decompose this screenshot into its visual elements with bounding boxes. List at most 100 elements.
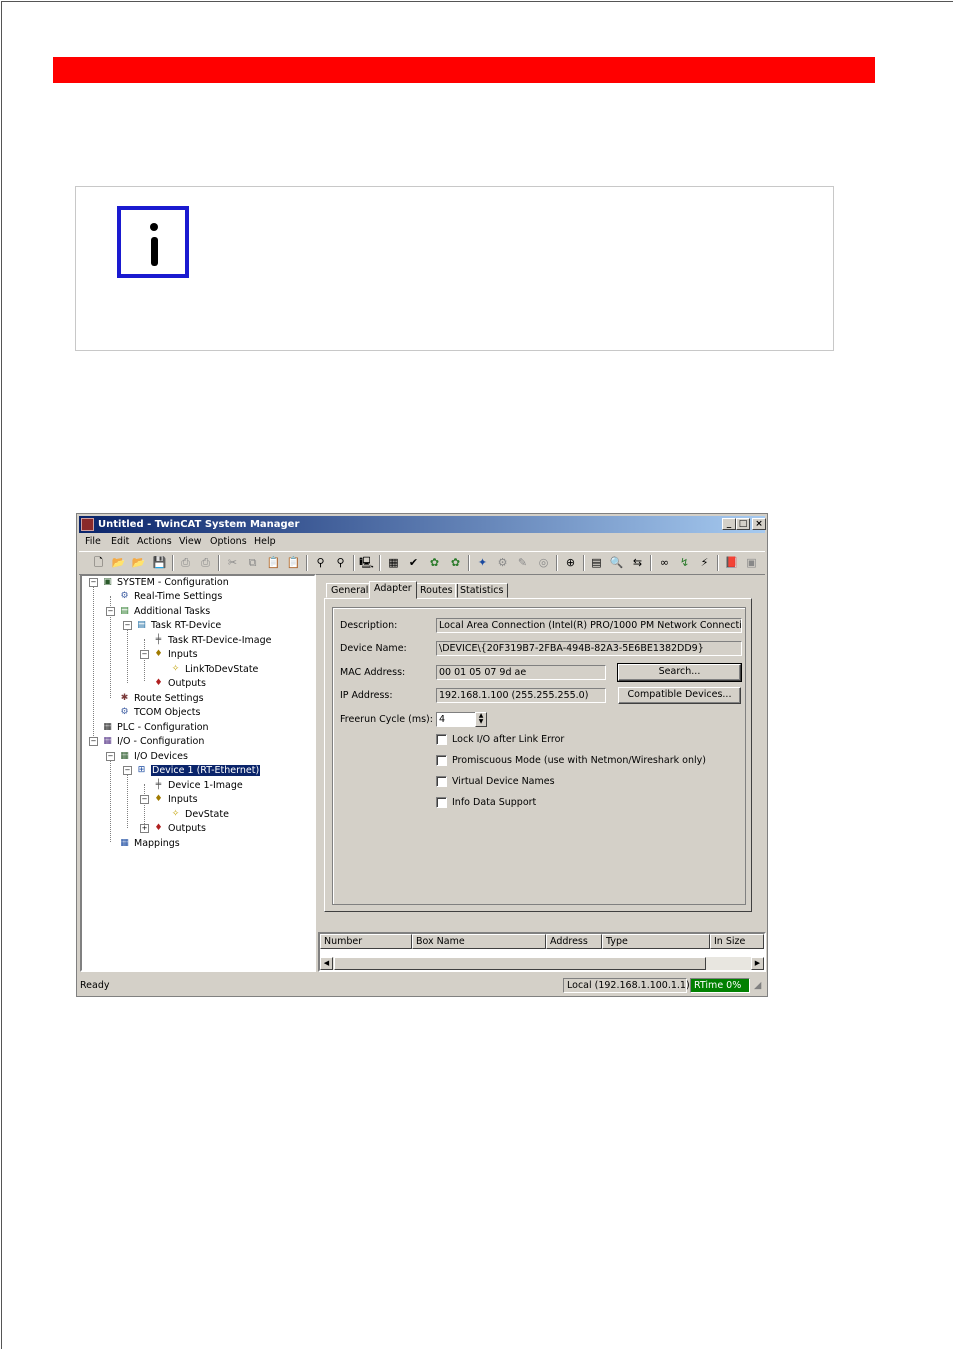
generate-mappings-icon[interactable]: ▦ [386, 555, 401, 570]
tree-item-linktodevstate[interactable]: ✧ LinkToDevState [169, 663, 259, 676]
copy-icon[interactable]: ⧉ [245, 555, 260, 570]
paste-with-links-icon[interactable]: 📋 [286, 555, 301, 570]
scroll-thumb[interactable] [334, 957, 706, 970]
scan-devices-icon[interactable]: ✦ [475, 555, 490, 570]
lock-io-label: Lock I/O after Link Error [452, 734, 565, 745]
tab-statistics[interactable]: Statistics [455, 583, 509, 598]
collapse-toggle[interactable]: − [106, 752, 115, 761]
free-run-icon[interactable]: ◎ [536, 555, 551, 570]
promiscuous-mode-checkbox[interactable] [436, 755, 447, 766]
tab-routes[interactable]: Routes [415, 583, 458, 598]
collapse-toggle[interactable]: − [123, 621, 132, 630]
collapse-toggle[interactable]: − [89, 737, 98, 746]
tree-item-task-image[interactable]: ╪ Task RT-Device-Image [152, 634, 272, 647]
menu-options[interactable]: Options [210, 536, 247, 547]
watch-icon[interactable]: ∞ [657, 555, 672, 570]
scroll-right-icon[interactable]: ▶ [751, 957, 764, 970]
help-book-icon[interactable]: 📕 [724, 555, 739, 570]
column-header-number[interactable]: Number [320, 934, 412, 949]
twincat-window: Untitled - TwinCAT System Manager _ □ × … [76, 513, 768, 997]
menu-actions[interactable]: Actions [137, 536, 172, 547]
column-header-type[interactable]: Type [602, 934, 710, 949]
tree-item-task-rt-device[interactable]: ▤ Task RT-Device [135, 619, 221, 632]
search-button[interactable]: Search... [617, 663, 742, 682]
expand-toggle[interactable]: + [140, 824, 149, 833]
lock-io-checkbox[interactable] [436, 734, 447, 745]
zoom-icon[interactable]: 🔍 [609, 555, 624, 570]
column-header-address[interactable]: Address [546, 934, 602, 949]
tree-item-device-1[interactable]: ⊞ Device 1 (RT-Ethernet) [135, 764, 261, 777]
online-icon[interactable]: ↯ [677, 555, 692, 570]
log-window-icon[interactable]: ▤ [589, 555, 604, 570]
target-system-status: Local (192.168.1.100.1.1) [563, 978, 690, 993]
restart-icon[interactable]: ✿ [448, 555, 463, 570]
open-project-icon[interactable]: 📂 [131, 555, 146, 570]
tree-item-io-devices[interactable]: ▦ I/O Devices [118, 750, 188, 763]
resize-grip-icon[interactable]: ◢ [754, 980, 761, 991]
tools-icon[interactable]: ✎ [515, 555, 530, 570]
about-icon[interactable]: ▣ [744, 555, 759, 570]
open-icon[interactable]: 📂 [111, 555, 126, 570]
scroll-left-icon[interactable]: ◀ [320, 957, 333, 970]
menu-edit[interactable]: Edit [111, 536, 129, 547]
tree-item-realtime-settings[interactable]: ⚙ Real-Time Settings [118, 590, 222, 603]
collapse-toggle[interactable]: − [89, 578, 98, 587]
check-configuration-icon[interactable]: ✔ [406, 555, 421, 570]
plc-config-icon: ▦ [103, 722, 112, 732]
image-icon: ╪ [155, 780, 162, 790]
find-icon[interactable]: ⚲ [313, 555, 328, 570]
tree-item-route-settings[interactable]: ✱ Route Settings [118, 692, 204, 705]
properties-pane: General Adapter Routes Statistics Descri… [318, 574, 766, 934]
append-icon[interactable]: ⊕ [563, 555, 578, 570]
tree-item-inputs[interactable]: ♦ Inputs [152, 648, 197, 661]
tree-item-inputs[interactable]: ♦ Inputs [152, 793, 197, 806]
save-icon[interactable]: 💾 [152, 555, 167, 570]
tree-item-devstate[interactable]: ✧ DevState [169, 808, 229, 821]
freerun-cycle-stepper[interactable]: ▲ ▼ [475, 712, 487, 727]
find-next-icon[interactable]: ⚲ [333, 555, 348, 570]
info-data-support-label: Info Data Support [452, 797, 537, 808]
close-button[interactable]: × [752, 518, 766, 530]
tree-item-plc-config[interactable]: ▦ PLC - Configuration [101, 721, 208, 734]
maximize-button[interactable]: □ [736, 518, 750, 530]
tab-general[interactable]: General [326, 583, 374, 598]
menu-view[interactable]: View [179, 536, 202, 547]
tab-adapter[interactable]: Adapter [369, 581, 417, 599]
compatible-devices-button[interactable]: Compatible Devices... [618, 687, 741, 704]
network-icon[interactable]: ⚙ [495, 555, 510, 570]
new-icon[interactable]: 🗋 [91, 555, 106, 570]
collapse-toggle[interactable]: − [123, 766, 132, 775]
tree-item-mappings[interactable]: ▦ Mappings [118, 837, 179, 850]
collapse-toggle[interactable]: − [106, 607, 115, 616]
column-header-in-size[interactable]: In Size [710, 934, 764, 949]
horizontal-scrollbar[interactable]: ◀ ▶ [320, 957, 764, 970]
freerun-cycle-input[interactable]: 4 [436, 712, 476, 727]
tree-item-additional-tasks[interactable]: ▤ Additional Tasks [118, 605, 210, 618]
window-title: Untitled - TwinCAT System Manager [98, 519, 300, 530]
virtual-device-names-checkbox[interactable] [436, 776, 447, 787]
collapse-toggle[interactable]: − [140, 795, 149, 804]
mac-address-field: 00 01 05 07 9d ae [436, 665, 606, 680]
info-data-support-checkbox[interactable] [436, 797, 447, 808]
column-header-box-name[interactable]: Box Name [412, 934, 546, 949]
print-preview-icon[interactable]: ⎙ [198, 555, 213, 570]
print-icon[interactable]: ⎙ [178, 555, 193, 570]
tree-item-outputs[interactable]: ♦ Outputs [152, 822, 206, 835]
mappings-icon: ▦ [120, 838, 129, 848]
tree-item-outputs[interactable]: ♦ Outputs [152, 677, 206, 690]
tree-item-system-config[interactable]: ▣ SYSTEM - Configuration [101, 576, 229, 589]
activate-configuration-icon[interactable]: ✿ [427, 555, 442, 570]
menu-help[interactable]: Help [254, 536, 276, 547]
menu-file[interactable]: File [85, 536, 101, 547]
toggle-icon[interactable]: ⇆ [630, 555, 645, 570]
tree-item-tcom-objects[interactable]: ⚙ TCOM Objects [118, 706, 200, 719]
minimize-button[interactable]: _ [722, 518, 736, 530]
variable-icon: ✧ [171, 809, 180, 819]
tree-item-io-config[interactable]: ▦ I/O - Configuration [101, 735, 204, 748]
cut-icon[interactable]: ✂ [225, 555, 240, 570]
collapse-toggle[interactable]: − [140, 650, 149, 659]
target-system-icon[interactable]: 🖳 [359, 555, 374, 570]
paste-icon[interactable]: 📋 [266, 555, 281, 570]
tree-item-device-image[interactable]: ╪ Device 1-Image [152, 779, 243, 792]
io-icon[interactable]: ⚡ [697, 555, 712, 570]
